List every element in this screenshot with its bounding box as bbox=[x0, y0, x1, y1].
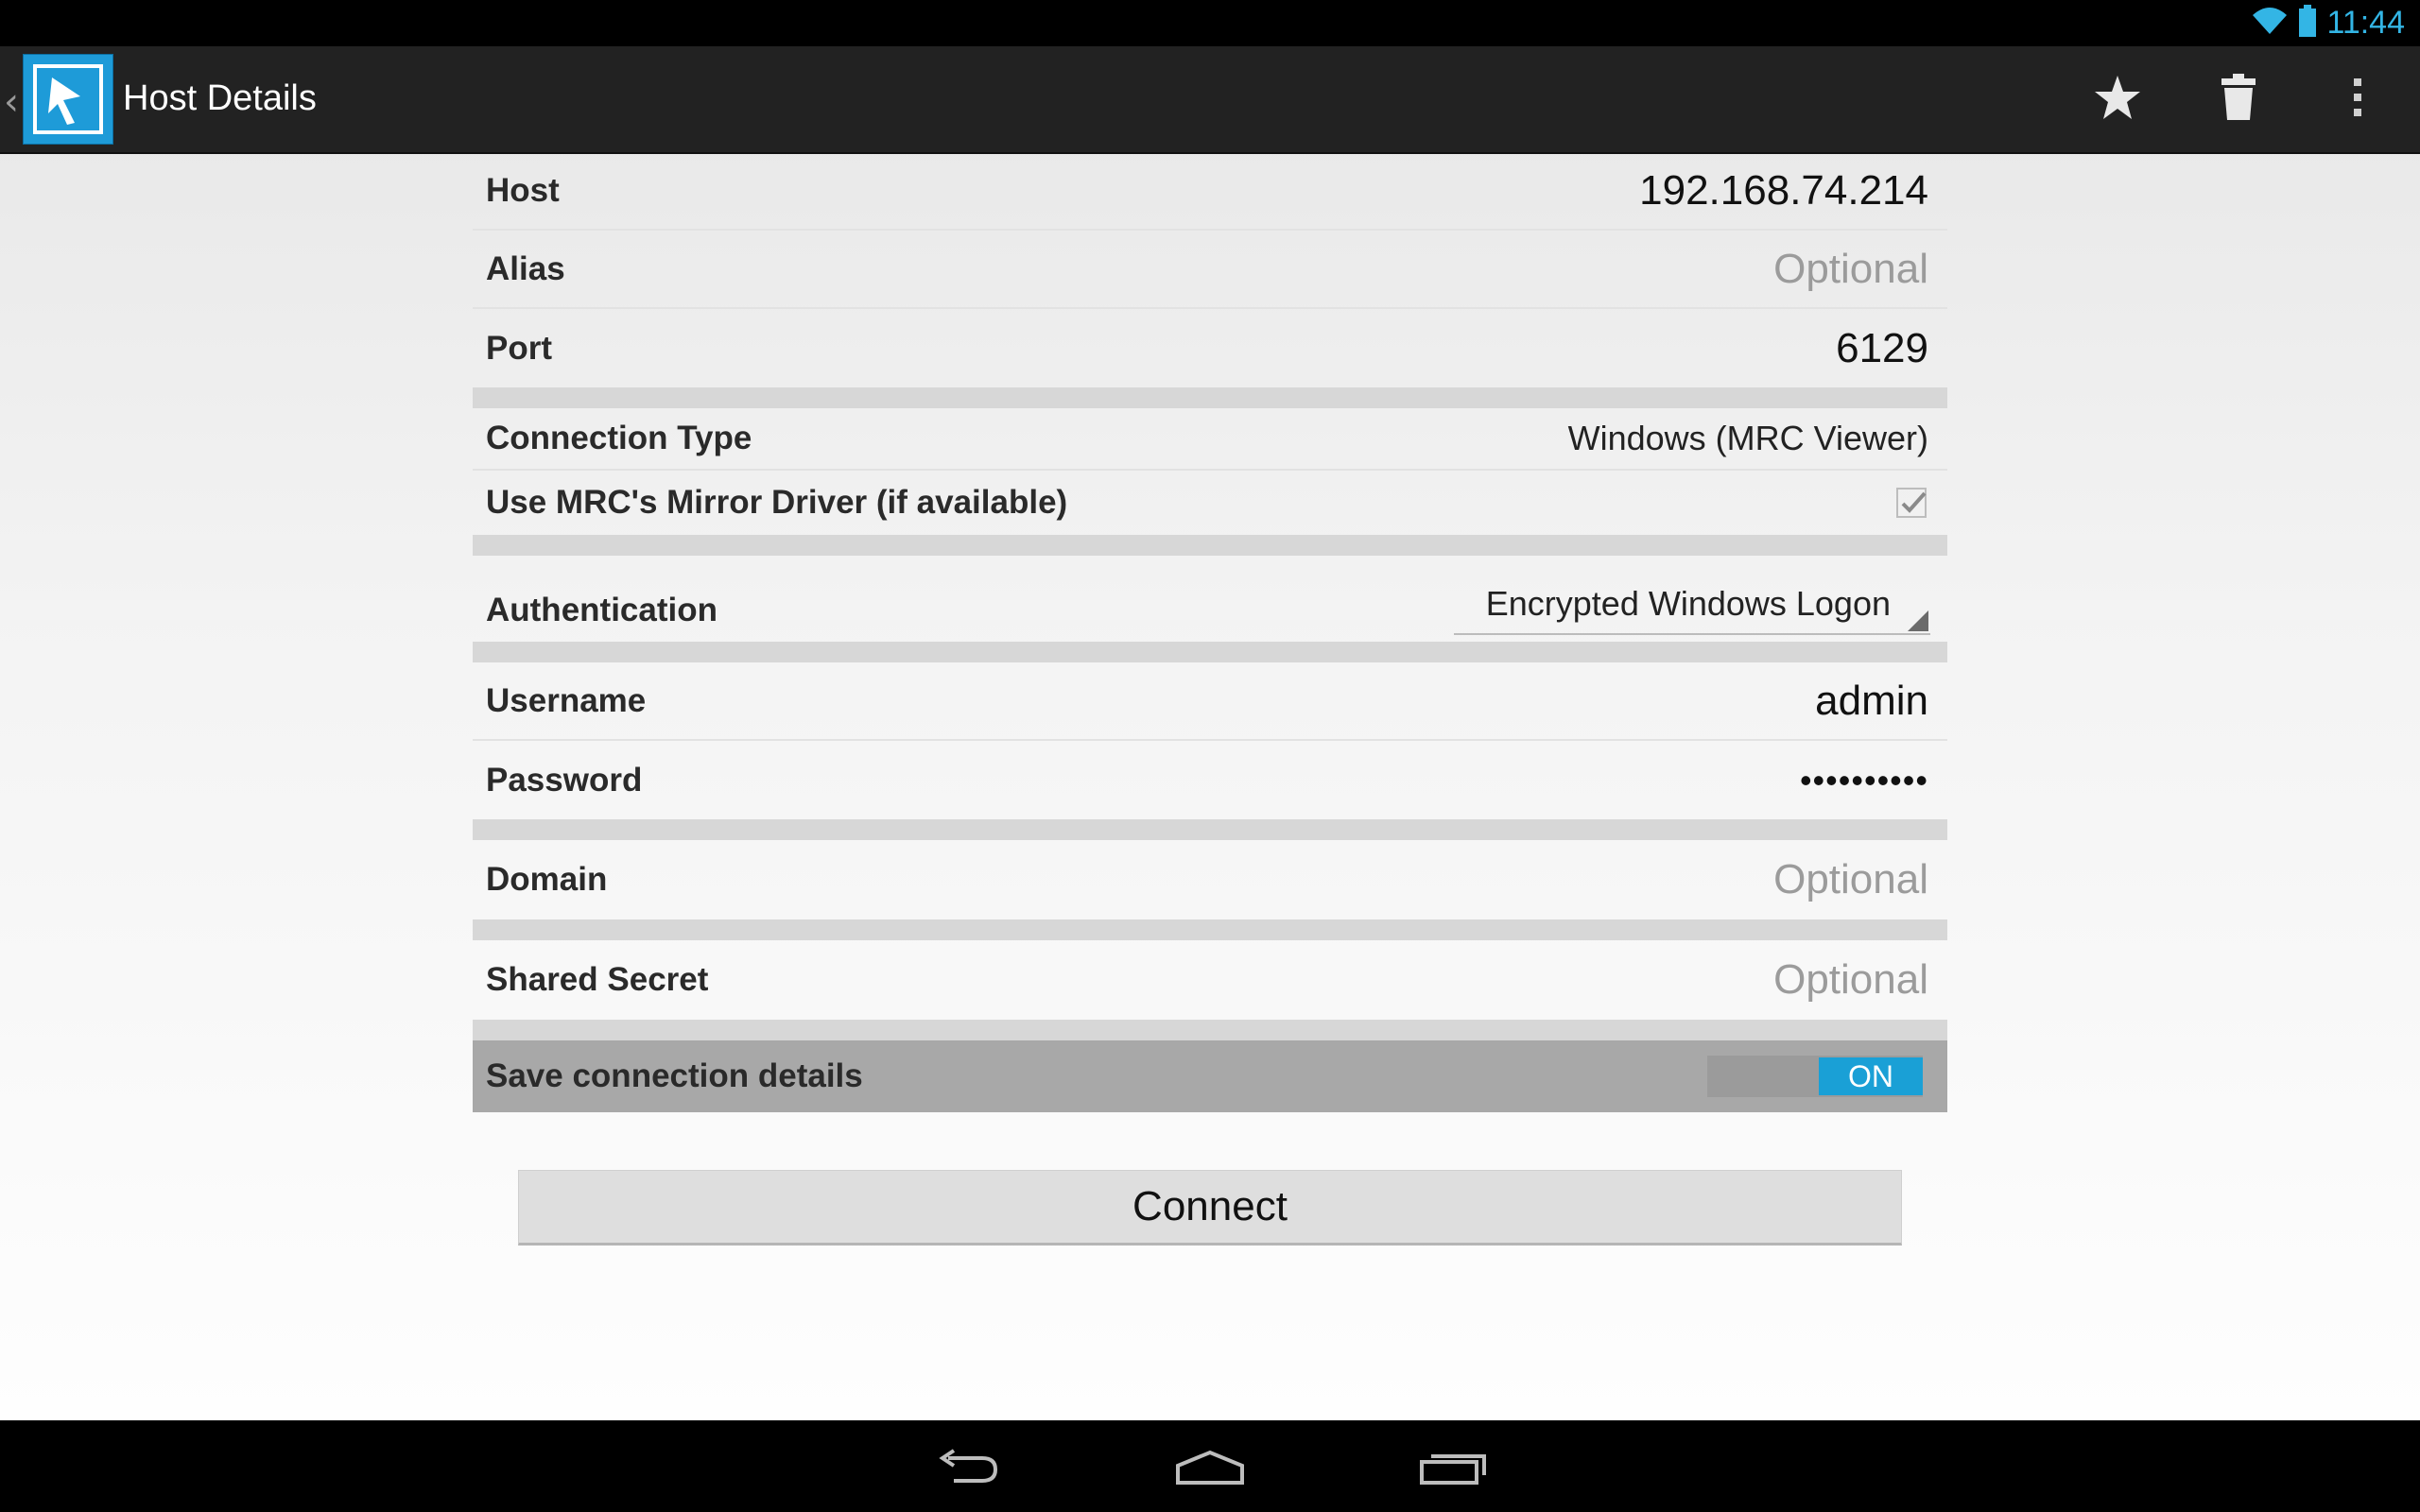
username-input[interactable]: admin bbox=[1815, 678, 1928, 725]
alias-input[interactable]: Optional bbox=[1773, 246, 1928, 293]
host-row[interactable]: Host 192.168.74.214 bbox=[473, 152, 1947, 231]
star-icon bbox=[2093, 74, 2142, 126]
authentication-row: Authentication Encrypted Windows Logon bbox=[473, 556, 1947, 642]
section-divider bbox=[473, 387, 1947, 408]
section-divider bbox=[473, 1020, 1947, 1040]
action-bar: ‹ Host Details bbox=[0, 46, 2420, 154]
clock: 11:44 bbox=[2326, 5, 2405, 41]
mirror-driver-checkbox[interactable] bbox=[1896, 488, 1927, 518]
section-divider bbox=[473, 642, 1947, 662]
port-input[interactable]: 6129 bbox=[1836, 325, 1928, 372]
mirror-driver-row[interactable]: Use MRC's Mirror Driver (if available) bbox=[473, 471, 1947, 535]
toggle-on-label: ON bbox=[1819, 1057, 1923, 1095]
connect-button[interactable]: Connect bbox=[518, 1170, 1902, 1246]
app-logo-icon[interactable] bbox=[23, 54, 113, 145]
host-details-form: Host 192.168.74.214 Alias Optional Port … bbox=[473, 152, 1947, 1112]
connection-type-label: Connection Type bbox=[486, 420, 752, 456]
section-divider bbox=[473, 919, 1947, 940]
password-label: Password bbox=[486, 761, 643, 799]
username-row[interactable]: Username admin bbox=[473, 662, 1947, 741]
save-details-row[interactable]: Save connection details ON bbox=[473, 1040, 1947, 1112]
domain-input[interactable]: Optional bbox=[1773, 856, 1928, 903]
alias-row[interactable]: Alias Optional bbox=[473, 231, 1947, 309]
mirror-driver-label: Use MRC's Mirror Driver (if available) bbox=[486, 484, 1068, 521]
shared-secret-label: Shared Secret bbox=[486, 961, 709, 998]
navigation-bar bbox=[0, 1420, 2420, 1512]
domain-row[interactable]: Domain Optional bbox=[473, 840, 1947, 919]
password-row[interactable]: Password •••••••••• bbox=[473, 741, 1947, 819]
status-bar: 11:44 bbox=[0, 0, 2420, 46]
recent-apps-icon bbox=[1420, 1454, 1486, 1485]
dropdown-arrow-icon bbox=[1908, 610, 1928, 631]
authentication-label: Authentication bbox=[486, 592, 717, 628]
host-input[interactable]: 192.168.74.214 bbox=[1639, 167, 1928, 215]
overflow-menu-button[interactable] bbox=[2320, 65, 2395, 133]
home-button[interactable] bbox=[1153, 1441, 1267, 1494]
up-caret-icon[interactable]: ‹ bbox=[4, 80, 19, 124]
section-divider bbox=[473, 819, 1947, 840]
back-icon bbox=[939, 1449, 998, 1483]
page-title: Host Details bbox=[123, 78, 317, 118]
recent-apps-button[interactable] bbox=[1397, 1441, 1511, 1494]
authentication-value: Encrypted Windows Logon bbox=[1485, 584, 1891, 623]
trash-icon bbox=[2220, 73, 2257, 126]
port-row[interactable]: Port 6129 bbox=[473, 309, 1947, 387]
shared-secret-row[interactable]: Shared Secret Optional bbox=[473, 940, 1947, 1020]
alias-label: Alias bbox=[486, 249, 565, 287]
save-details-toggle[interactable]: ON bbox=[1707, 1056, 1923, 1097]
username-label: Username bbox=[486, 681, 647, 719]
port-label: Port bbox=[486, 329, 552, 367]
home-icon bbox=[1176, 1450, 1244, 1485]
password-input[interactable]: •••••••••• bbox=[1800, 761, 1928, 800]
favorite-button[interactable] bbox=[2080, 65, 2155, 133]
save-details-label: Save connection details bbox=[486, 1057, 863, 1094]
back-button[interactable] bbox=[911, 1441, 1025, 1494]
connection-type-row[interactable]: Connection Type Windows (MRC Viewer) bbox=[473, 408, 1947, 471]
authentication-dropdown[interactable]: Encrypted Windows Logon bbox=[1454, 580, 1930, 635]
wifi-icon bbox=[2251, 6, 2289, 41]
delete-button[interactable] bbox=[2201, 65, 2276, 133]
section-divider bbox=[473, 535, 1947, 556]
host-label: Host bbox=[486, 171, 560, 209]
checkmark-icon bbox=[1901, 491, 1927, 513]
status-indicators: 11:44 bbox=[2251, 0, 2405, 46]
battery-icon bbox=[2298, 5, 2317, 42]
shared-secret-input[interactable]: Optional bbox=[1773, 956, 1928, 1004]
domain-label: Domain bbox=[486, 861, 608, 898]
overflow-menu-icon bbox=[2352, 77, 2363, 123]
connection-type-value[interactable]: Windows (MRC Viewer) bbox=[1568, 419, 1928, 458]
